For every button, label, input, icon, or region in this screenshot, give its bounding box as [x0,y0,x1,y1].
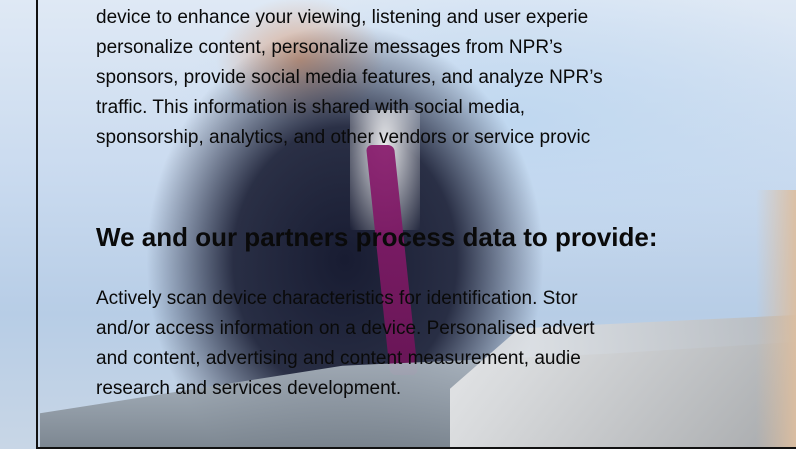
consent-dialog: device to enhance your viewing, listenin… [96,0,796,449]
intro-line: personalize content, personalize message… [96,37,563,58]
intro-line: traffic. This information is shared with… [96,97,526,118]
intro-line: device to enhance your viewing, listenin… [96,7,589,28]
purposes-line: Actively scan device characteristics for… [96,288,578,309]
consent-intro-text: device to enhance your viewing, listenin… [96,3,603,153]
purposes-text: Actively scan device characteristics for… [96,284,595,404]
intro-line: sponsorship, analytics, and other vendor… [96,127,591,148]
purposes-line: and content, advertising and content mea… [96,348,581,369]
purposes-line: and/or access information on a device. P… [96,318,595,339]
intro-line: sponsors, provide social media features,… [96,67,603,88]
dialog-left-border [36,0,38,449]
purposes-line: research and services development. [96,378,402,399]
purposes-heading: We and our partners process data to prov… [96,222,658,252]
